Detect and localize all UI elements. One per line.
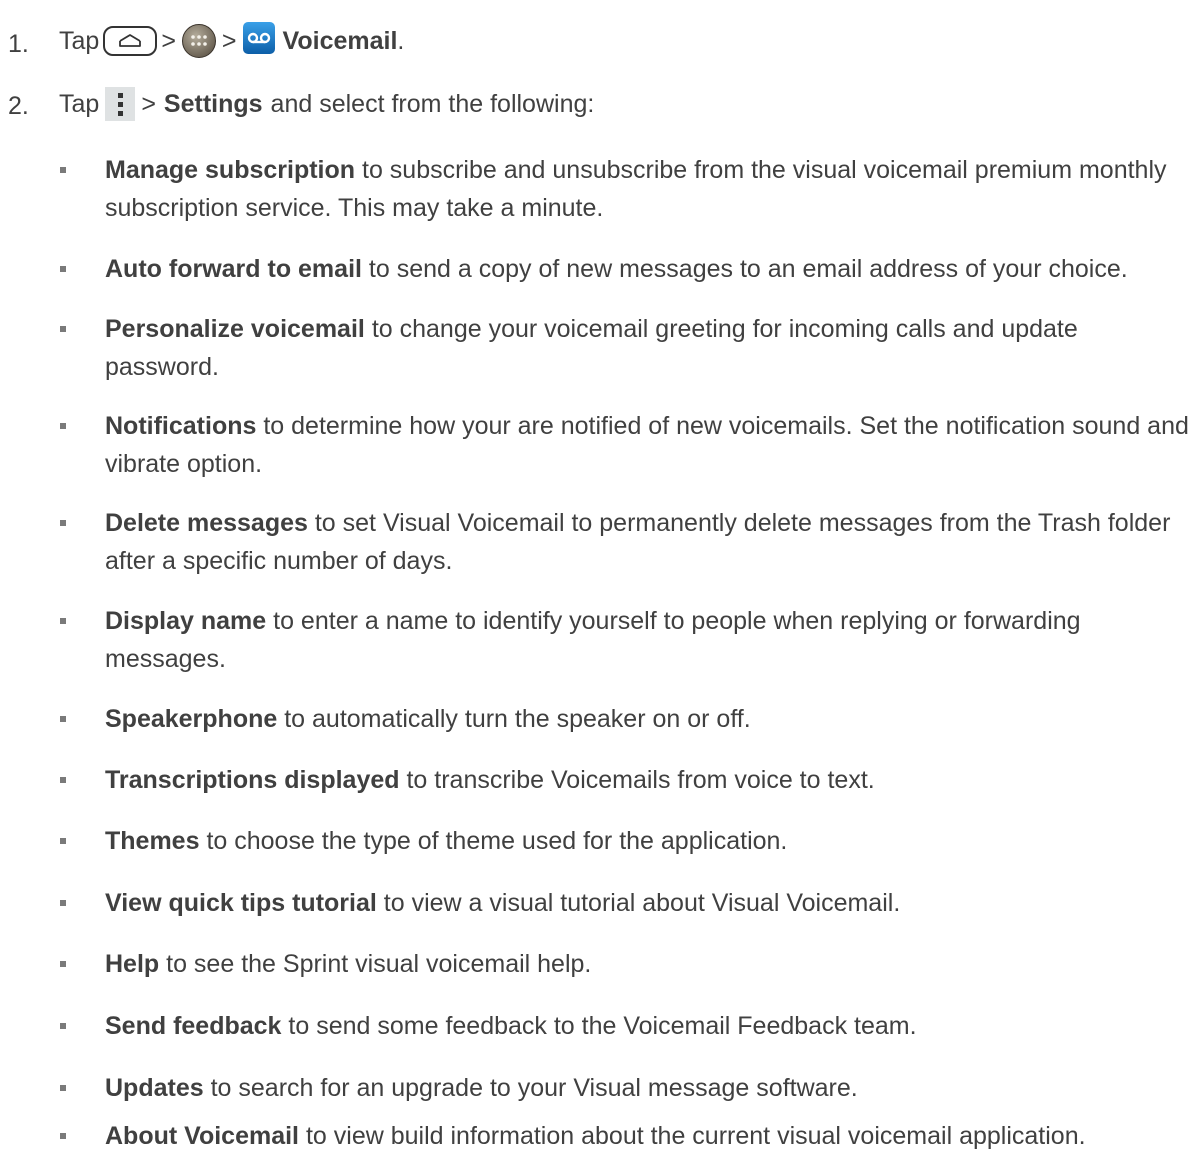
option-term: Updates — [105, 1074, 204, 1102]
bullet-marker — [60, 266, 66, 272]
option-term: Help — [105, 950, 160, 978]
bullet-marker — [60, 167, 66, 173]
bullet-marker — [60, 326, 66, 332]
option-term: Send feedback — [105, 1012, 282, 1040]
option-text: Help to see the Sprint visual voicemail … — [105, 945, 1195, 983]
bullet-marker — [60, 777, 66, 783]
option-term: Manage subscription — [105, 156, 356, 184]
option-text: Auto forward to email to send a copy of … — [105, 250, 1195, 288]
option-text: Manage subscription to subscribe and uns… — [105, 151, 1195, 227]
option-term: About Voicemail — [105, 1122, 300, 1150]
option-text: View quick tips tutorial to view a visua… — [105, 884, 1195, 922]
option-term: Themes — [105, 827, 200, 855]
option-text: Themes to choose the type of theme used … — [105, 822, 1195, 860]
bullet-marker — [60, 1023, 66, 1029]
option-text: Personalize voicemail to change your voi… — [105, 310, 1195, 386]
option-term: Transcriptions displayed — [105, 766, 400, 794]
option-text: Delete messages to set Visual Voicemail … — [105, 504, 1195, 580]
option-term: Display name — [105, 607, 267, 635]
option-desc: to view build information about the curr… — [305, 1122, 1086, 1150]
option-desc: to send some feedback to the Voicemail F… — [288, 1012, 917, 1040]
option-desc: to automatically turn the speaker on or … — [284, 705, 751, 733]
option-term: Personalize voicemail — [105, 315, 365, 343]
option-term: Auto forward to email — [105, 255, 362, 283]
option-text: Transcriptions displayed to transcribe V… — [105, 761, 1195, 799]
bullet-marker — [60, 1085, 66, 1091]
bullet-marker — [60, 838, 66, 844]
bullet-marker — [60, 423, 66, 429]
option-desc: to view a visual tutorial about Visual V… — [383, 889, 901, 917]
option-desc: to transcribe Voicemails from voice to t… — [406, 766, 875, 794]
bullet-marker — [60, 716, 66, 722]
option-text: Updates to search for an upgrade to your… — [105, 1069, 1195, 1107]
option-text: Speakerphone to automatically turn the s… — [105, 700, 1195, 738]
option-desc: to see the Sprint visual voicemail help. — [166, 950, 592, 978]
bullet-marker — [60, 618, 66, 624]
option-term: Notifications — [105, 412, 257, 440]
bullet-marker — [60, 961, 66, 967]
option-text: Send feedback to send some feedback to t… — [105, 1007, 1195, 1045]
bullet-marker — [60, 900, 66, 906]
option-desc: to search for an upgrade to your Visual … — [210, 1074, 858, 1102]
bullet-marker — [60, 1133, 66, 1139]
option-term: View quick tips tutorial — [105, 889, 377, 917]
option-text: Display name to enter a name to identify… — [105, 602, 1195, 678]
option-term: Speakerphone — [105, 705, 278, 733]
option-desc: to send a copy of new messages to an ema… — [368, 255, 1128, 283]
bullet-marker — [60, 520, 66, 526]
option-text: Notifications to determine how your are … — [105, 407, 1195, 483]
option-desc: to determine how your are notified of ne… — [105, 412, 1189, 478]
option-desc: to choose the type of theme used for the… — [206, 827, 788, 855]
option-text: About Voicemail to view build informatio… — [105, 1117, 1195, 1155]
settings-options-list: Manage subscription to subscribe and uns… — [0, 0, 1204, 1166]
option-term: Delete messages — [105, 509, 308, 537]
